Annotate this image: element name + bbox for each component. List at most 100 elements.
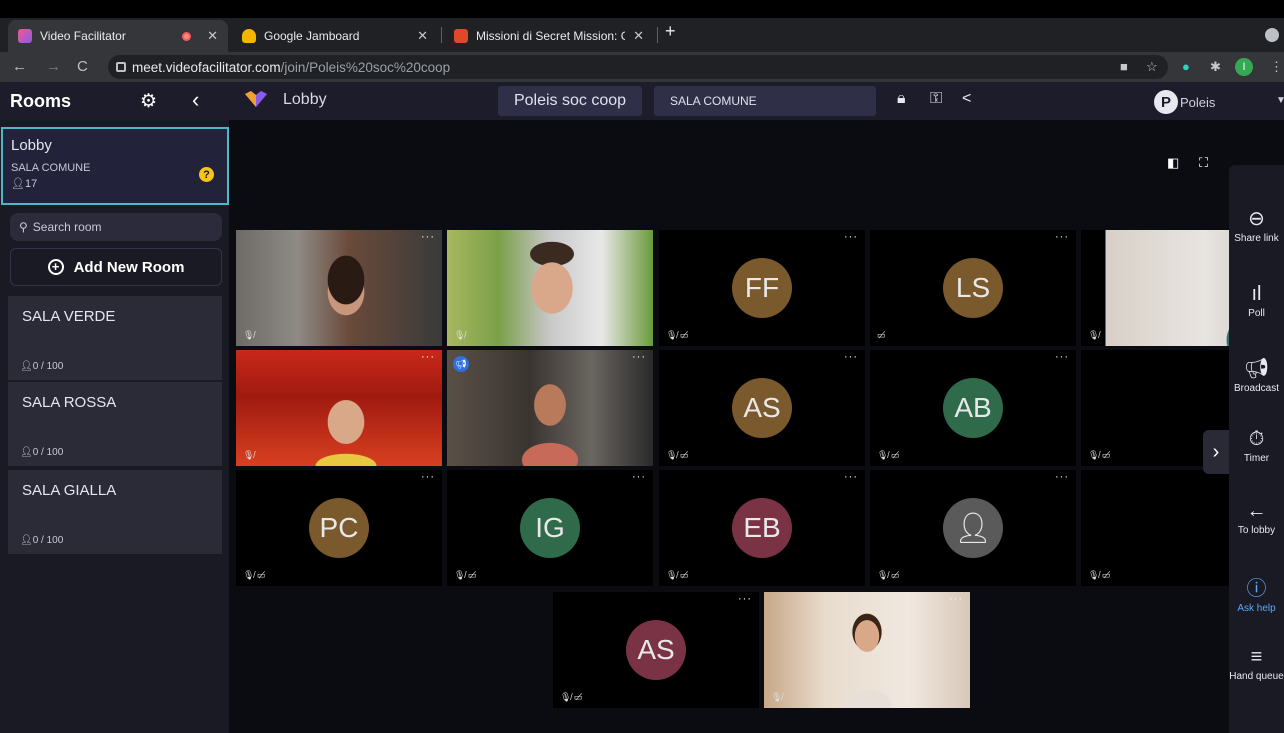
key-icon[interactable]: ⚿ xyxy=(930,90,942,108)
person-icon: 👤︎ xyxy=(20,447,33,458)
browser-tab-strip: Video Facilitator ✕ Google Jamboard ✕ Mi… xyxy=(0,18,1284,52)
tile-options-icon[interactable]: ··· xyxy=(632,471,646,483)
recording-icon xyxy=(182,31,192,41)
new-tab-button[interactable]: + xyxy=(665,21,676,42)
tile-options-icon[interactable]: ··· xyxy=(421,351,435,363)
sidebar-layout-icon[interactable]: ◧ xyxy=(1167,155,1187,173)
collapse-sidebar-chevron-icon[interactable]: ‹ xyxy=(192,87,199,113)
tab-google-jamboard[interactable]: Google Jamboard ✕ xyxy=(232,20,438,52)
participant-tile[interactable]: ··· 🎙︎̸ xyxy=(236,350,442,466)
tile-options-icon[interactable]: ··· xyxy=(844,231,858,243)
camera-indicator-icon[interactable]: ■ xyxy=(1120,59,1128,74)
gear-icon[interactable]: ⚙ xyxy=(140,90,157,113)
tab-secret-mission[interactable]: Missioni di Secret Mission: GR ✕ xyxy=(444,20,654,52)
video-facilitator-favicon xyxy=(18,29,32,43)
mic-cam-off-icon: 🎙︎̸ ▭̸ xyxy=(454,570,477,580)
tile-options-icon[interactable]: ··· xyxy=(1055,471,1069,483)
close-tab-icon[interactable]: ✕ xyxy=(417,28,428,44)
room-card-sala-gialla[interactable]: SALA GIALLA 👤︎0 / 100 xyxy=(8,470,222,554)
participant-tile[interactable]: 👤︎ ··· 🎙︎̸ ▭̸ xyxy=(870,470,1076,586)
share-icon[interactable]: < xyxy=(962,90,971,108)
extension-icon[interactable]: ● xyxy=(1182,59,1190,74)
participant-video xyxy=(236,230,442,346)
room-card-sala-rossa[interactable]: SALA ROSSA 👤︎0 / 100 xyxy=(8,382,222,466)
ask-help-button[interactable]: ⓘ Ask help xyxy=(1229,575,1284,614)
participant-tile[interactable]: ··· 🎙︎̸ xyxy=(236,230,442,346)
tile-options-icon[interactable]: ··· xyxy=(844,351,858,363)
participant-tile[interactable]: FF ··· 🎙︎̸ ▭̸ xyxy=(659,230,865,346)
mic-cam-off-icon: 🎙︎̸ ▭̸ xyxy=(243,570,266,580)
app-header: Rooms ⚙ ‹ Lobby Poleis soc coop SALA COM… xyxy=(0,82,1284,120)
help-request-icon[interactable]: ? xyxy=(199,167,214,182)
browser-menu-circle-icon[interactable] xyxy=(1265,28,1279,42)
tile-options-icon[interactable]: ··· xyxy=(632,351,646,363)
plus-circle-icon: + xyxy=(47,259,64,275)
to-lobby-button[interactable]: ← To lobby xyxy=(1229,497,1284,536)
video-grid: ◧ ⛶ ··· 🎙︎̸ 🎙︎̸ FF ··· 🎙︎̸ ▭̸ LS ··· ▭̸ … xyxy=(229,120,1284,733)
current-room-title: Lobby xyxy=(283,91,327,108)
tile-options-icon[interactable]: ··· xyxy=(1055,231,1069,243)
tile-options-icon[interactable]: ··· xyxy=(844,471,858,483)
participant-tile[interactable]: AB ··· 🎙︎̸ ▭̸ xyxy=(870,350,1076,466)
browser-profile-avatar[interactable]: I xyxy=(1235,58,1253,76)
timer-button[interactable]: ⏱︎ Timer xyxy=(1229,425,1284,464)
mic-cam-off-icon: 🎙︎̸ ▭̸ xyxy=(666,450,689,460)
tile-options-icon[interactable]: ··· xyxy=(1055,351,1069,363)
logo-icon xyxy=(245,91,267,107)
participant-tile[interactable]: PC ··· 🎙︎̸ ▭̸ xyxy=(236,470,442,586)
tile-options-icon[interactable]: ··· xyxy=(738,593,752,605)
share-link-button[interactable]: ⊖ Share link xyxy=(1229,205,1284,244)
forward-icon[interactable]: → xyxy=(46,58,61,75)
back-icon[interactable]: ← xyxy=(12,58,27,75)
mic-muted-icon: 🎙︎̸ xyxy=(454,330,466,340)
screen: Video Facilitator ✕ Google Jamboard ✕ Mi… xyxy=(0,0,1284,733)
mic-muted-icon: 🎙︎̸ xyxy=(771,692,783,702)
tile-options-icon[interactable]: ··· xyxy=(421,231,435,243)
poll-button[interactable]: ıl Poll xyxy=(1229,280,1284,319)
participant-tile-selected[interactable]: 📢︎ ··· xyxy=(447,350,653,466)
search-room-input[interactable]: ⚲ Search room xyxy=(10,213,222,241)
address-bar[interactable]: meet.videofacilitator.com/join/Poleis%20… xyxy=(108,55,1168,79)
participant-tile[interactable]: AS ··· 🎙︎̸ ▭̸ xyxy=(553,592,759,708)
lock-room-icon[interactable]: 🔒︎ xyxy=(897,90,906,108)
broadcast-button[interactable]: 📢︎ Broadcast xyxy=(1229,355,1284,394)
hand-queue-button[interactable]: ≡ Hand queue xyxy=(1229,643,1284,682)
participant-tile[interactable]: AS ··· 🎙︎̸ ▭̸ xyxy=(659,350,865,466)
mic-cam-off-icon: 🎙︎̸ ▭̸ xyxy=(560,692,583,702)
add-new-room-button[interactable]: + Add New Room xyxy=(10,248,222,286)
next-page-chevron-icon[interactable]: › xyxy=(1203,430,1229,474)
avatar: P xyxy=(1154,90,1178,114)
bookmark-star-icon[interactable]: ☆ xyxy=(1146,59,1158,75)
tile-options-icon[interactable]: ··· xyxy=(421,471,435,483)
participant-tile[interactable]: ··· 🎙︎̸ xyxy=(764,592,970,708)
lock-icon xyxy=(116,62,126,72)
browser-toolbar: ← → C meet.videofacilitator.com/join/Pol… xyxy=(0,52,1284,82)
rooms-sidebar: Lobby SALA COMUNE 👤︎17 ? ⚲ Search room +… xyxy=(0,120,229,733)
mic-cam-off-icon: 🎙︎̸ ▭̸ xyxy=(1088,450,1111,460)
participant-tile[interactable]: EB ··· 🎙︎̸ ▭̸ xyxy=(659,470,865,586)
close-tab-icon[interactable]: ✕ xyxy=(207,28,218,44)
participant-tile[interactable]: 🎙︎̸ xyxy=(447,230,653,346)
kebab-menu-icon[interactable]: ⋮ xyxy=(1270,59,1283,75)
tile-options-icon[interactable]: ··· xyxy=(949,593,963,605)
cam-off-icon: ▭̸ xyxy=(877,330,886,340)
extensions-puzzle-icon[interactable]: ✱ xyxy=(1210,59,1221,75)
chevron-down-icon[interactable]: ▼ xyxy=(1276,95,1284,106)
participant-tile[interactable]: LS ··· ▭̸ xyxy=(870,230,1076,346)
reload-icon[interactable]: C xyxy=(77,58,88,75)
room-name-field[interactable]: SALA COMUNE xyxy=(654,86,876,116)
mic-cam-off-icon: 🎙︎̸ ▭̸ xyxy=(877,450,900,460)
fullscreen-icon[interactable]: ⛶ xyxy=(1199,155,1219,173)
arrow-left-icon: ← xyxy=(1246,500,1267,522)
user-name: Poleis xyxy=(1180,94,1216,110)
room-card-sala-verde[interactable]: SALA VERDE 👤︎0 / 100 xyxy=(8,296,222,380)
participant-tile[interactable]: IG ··· 🎙︎̸ ▭̸ xyxy=(447,470,653,586)
user-menu[interactable]: P Poleis xyxy=(1154,90,1215,114)
lobby-room-card[interactable]: Lobby SALA COMUNE 👤︎17 ? xyxy=(1,127,229,205)
mic-muted-icon: 🎙︎̸ xyxy=(1088,330,1100,340)
participant-video xyxy=(764,592,970,708)
close-tab-icon[interactable]: ✕ xyxy=(633,28,644,44)
link-icon: ⊖ xyxy=(1248,208,1265,230)
tab-video-facilitator[interactable]: Video Facilitator ✕ xyxy=(8,20,228,52)
person-icon: 👤︎ xyxy=(11,178,25,190)
